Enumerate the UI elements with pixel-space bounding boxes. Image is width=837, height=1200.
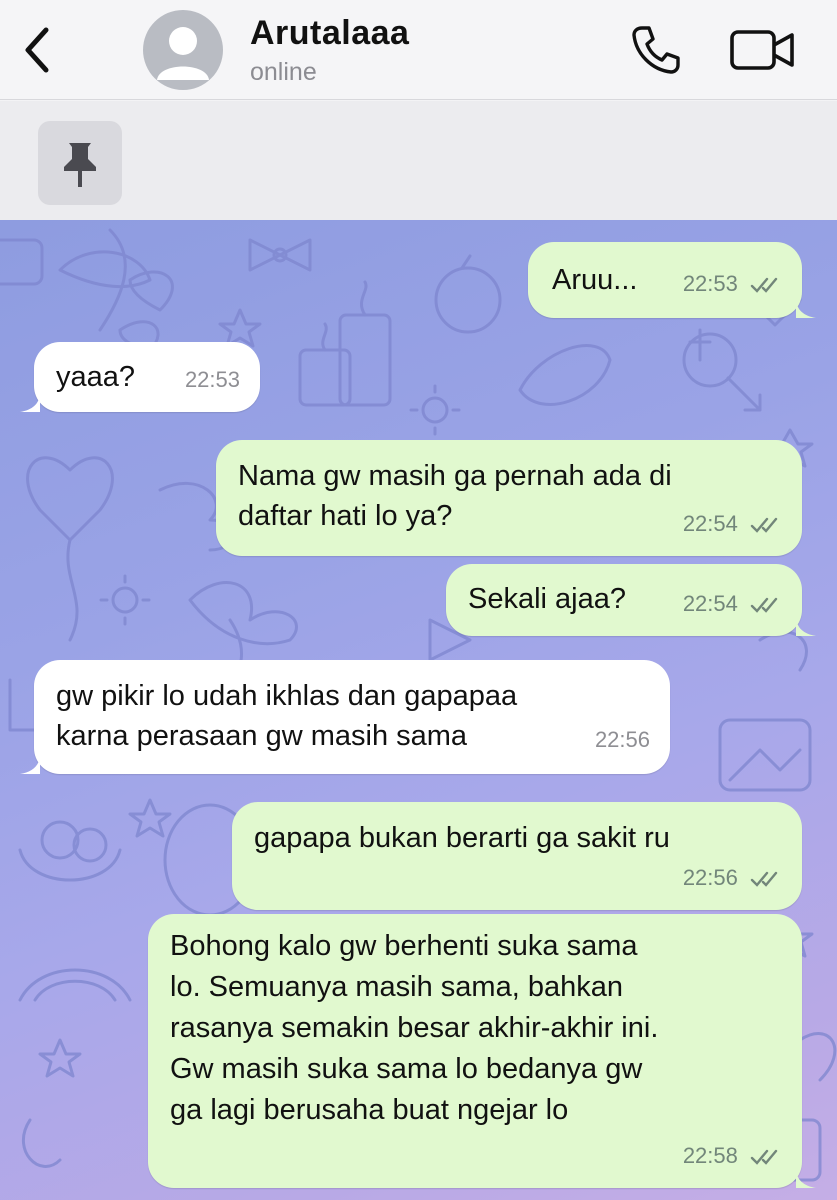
message-meta: 22:58: [683, 1136, 782, 1176]
bubble-tail: [20, 392, 40, 412]
message-text: Bohong kalo gw berhenti suka sama: [170, 930, 638, 962]
message-meta: 22:53: [683, 264, 782, 304]
bubble-tail: [796, 298, 816, 318]
message-time: 22:53: [184, 367, 240, 392]
message-time: 22:54: [682, 511, 738, 536]
message-text: yaaa?: [56, 361, 136, 393]
message-time: 22:56: [682, 865, 738, 890]
message-text: daftar hati lo ya?: [238, 500, 453, 532]
chat-area[interactable]: Aruu... 22:53 yaaa? 22:53 Nama gw masih …: [0, 220, 837, 1200]
double-check-icon: [750, 871, 778, 887]
back-button[interactable]: [20, 24, 60, 76]
message-text: ga lagi berusaha buat ngejar lo: [170, 1094, 569, 1126]
pin-button[interactable]: [38, 121, 122, 205]
message-outgoing[interactable]: gapapa bukan berarti ga sakit ru 22:56: [232, 802, 802, 910]
message-time: 22:53: [682, 271, 738, 296]
message-text: Gw masih suka sama lo bedanya gw: [170, 1053, 643, 1085]
message-meta: 22:56: [683, 858, 782, 898]
message-text: karna perasaan gw masih sama: [56, 720, 468, 752]
message-outgoing[interactable]: Aruu... 22:53: [528, 242, 802, 318]
user-avatar-icon: [157, 27, 209, 80]
message-text: lo. Semuanya masih sama, bahkan: [170, 971, 623, 1003]
message-text: Sekali ajaa?: [468, 583, 626, 615]
call-button[interactable]: [628, 22, 684, 78]
message-time: 22:58: [682, 1143, 738, 1168]
chevron-left-icon: [25, 27, 49, 73]
contact-name[interactable]: Arutalaaa: [250, 14, 409, 53]
double-check-icon: [750, 517, 778, 533]
avatar[interactable]: [143, 10, 223, 90]
message-text: Nama gw masih ga pernah ada di: [238, 460, 672, 492]
pinned-bar: [0, 101, 837, 220]
message-text: gapapa bukan berarti ga sakit ru: [254, 822, 670, 854]
message-text: Aruu...: [552, 264, 638, 296]
message-text: gw pikir lo udah ikhlas dan gapapaa: [56, 680, 518, 712]
message-time: 22:54: [682, 591, 738, 616]
contact-status: online: [250, 58, 317, 86]
message-time: 22:56: [594, 727, 650, 752]
bubble-tail: [20, 754, 40, 774]
video-call-button[interactable]: [728, 26, 796, 74]
message-meta: 22:54: [683, 504, 782, 544]
message-text: rasanya semakin besar akhir-akhir ini.: [170, 1012, 659, 1044]
double-check-icon: [750, 597, 778, 613]
message-incoming[interactable]: gw pikir lo udah ikhlas dan gapapaa karn…: [34, 660, 670, 774]
message-incoming[interactable]: yaaa? 22:53: [34, 342, 260, 412]
double-check-icon: [750, 277, 778, 293]
message-outgoing[interactable]: Nama gw masih ga pernah ada di daftar ha…: [216, 440, 802, 556]
video-camera-icon: [730, 30, 794, 70]
phone-icon: [632, 26, 680, 74]
message-outgoing[interactable]: Bohong kalo gw berhenti suka sama lo. Se…: [148, 914, 802, 1188]
pin-icon: [64, 143, 96, 187]
chat-header: Arutalaaa online: [0, 0, 837, 100]
message-meta: 22:54: [683, 584, 782, 624]
bubble-tail: [796, 616, 816, 636]
double-check-icon: [750, 1149, 778, 1165]
message-outgoing[interactable]: Sekali ajaa? 22:54: [446, 564, 802, 636]
bubble-tail: [796, 1168, 816, 1188]
